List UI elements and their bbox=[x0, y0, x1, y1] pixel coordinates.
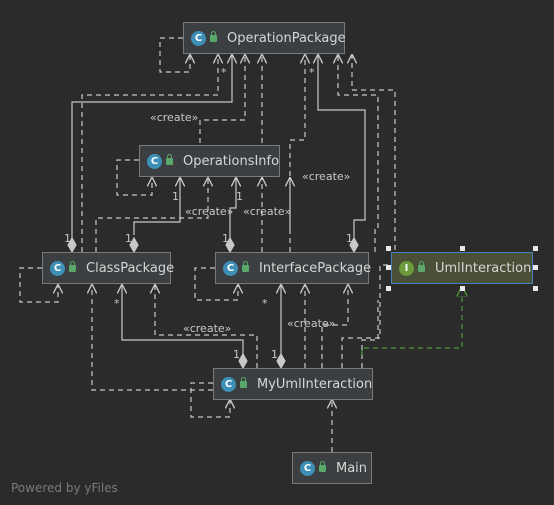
selection-handle[interactable] bbox=[460, 246, 465, 251]
multiplicity-one: 1 bbox=[125, 232, 132, 245]
multiplicity-many: * bbox=[262, 297, 268, 310]
create-label: «create» bbox=[287, 317, 336, 330]
class-node-my-uml-interaction[interactable]: C MyUmlInteraction bbox=[213, 368, 373, 400]
edge-my-op bbox=[341, 55, 396, 368]
edge-my-info bbox=[361, 300, 379, 368]
selection-handle[interactable] bbox=[386, 265, 391, 270]
public-lock-icon bbox=[69, 260, 76, 272]
multiplicity-many: * bbox=[114, 297, 120, 310]
class-icon: C bbox=[191, 30, 206, 46]
edge-iface-op2 bbox=[338, 55, 379, 252]
class-icon: C bbox=[147, 153, 162, 169]
selection-handle[interactable] bbox=[533, 286, 538, 291]
interface-node-uml-interaction[interactable]: I UmlInteraction bbox=[391, 252, 533, 284]
create-label: «create» bbox=[243, 205, 292, 218]
multiplicity-one: 1 bbox=[222, 232, 229, 245]
class-icon: C bbox=[50, 260, 65, 276]
edge-my-class-assoc bbox=[122, 285, 244, 355]
interface-name: UmlInteraction bbox=[435, 260, 532, 276]
public-lock-icon bbox=[418, 260, 425, 272]
class-icon: C bbox=[223, 260, 238, 276]
diamond-6 bbox=[276, 352, 286, 370]
class-node-operations-info[interactable]: C OperationsInfo bbox=[139, 145, 280, 177]
class-name: OperationsInfo bbox=[183, 153, 280, 169]
public-lock-icon bbox=[319, 460, 326, 472]
class-name: OperationPackage bbox=[227, 30, 346, 46]
create-label: «create» bbox=[185, 205, 234, 218]
edge-class-info-assoc bbox=[133, 178, 180, 235]
class-node-main[interactable]: C Main bbox=[292, 452, 372, 484]
selection-handle[interactable] bbox=[533, 246, 538, 251]
multiplicity-many: * bbox=[221, 66, 227, 79]
class-icon: C bbox=[221, 376, 236, 392]
multiplicity-one: 1 bbox=[271, 348, 278, 361]
class-name: MyUmlInteraction bbox=[257, 376, 373, 392]
multiplicity-one: 1 bbox=[233, 348, 240, 361]
edge-iface-create-op bbox=[289, 55, 305, 230]
public-lock-icon bbox=[166, 153, 173, 165]
multiplicity-one: 1 bbox=[172, 190, 179, 203]
multiplicity-many: * bbox=[309, 66, 315, 79]
selection-handle[interactable] bbox=[386, 246, 391, 251]
diamond-5 bbox=[238, 352, 248, 370]
create-label: «create» bbox=[183, 322, 232, 335]
selection-handle[interactable] bbox=[386, 286, 391, 291]
multiplicity-one: 1 bbox=[64, 232, 71, 245]
public-lock-icon bbox=[240, 376, 247, 388]
powered-by-footer: Powered by yFiles bbox=[11, 481, 118, 495]
class-node-class-package[interactable]: C ClassPackage bbox=[42, 252, 175, 284]
edge-iface-op-assoc bbox=[318, 55, 366, 238]
edge-my-class2 bbox=[92, 285, 213, 391]
selection-handle[interactable] bbox=[460, 286, 465, 291]
edge-my-implements bbox=[361, 287, 462, 355]
class-icon: C bbox=[300, 460, 315, 476]
class-node-operation-package[interactable]: C OperationPackage bbox=[183, 22, 346, 54]
create-label: «create» bbox=[150, 111, 199, 124]
public-lock-icon bbox=[210, 30, 217, 42]
class-node-interface-package[interactable]: C InterfacePackage bbox=[215, 252, 372, 284]
create-label: «create» bbox=[302, 170, 351, 183]
class-name: ClassPackage bbox=[86, 260, 175, 276]
selection-handle[interactable] bbox=[533, 265, 538, 270]
public-lock-icon bbox=[242, 260, 249, 272]
multiplicity-one: 1 bbox=[236, 190, 243, 203]
class-name: InterfacePackage bbox=[259, 260, 372, 276]
multiplicity-one: 1 bbox=[346, 232, 353, 245]
interface-icon: I bbox=[399, 260, 414, 276]
class-name: Main bbox=[336, 460, 368, 476]
